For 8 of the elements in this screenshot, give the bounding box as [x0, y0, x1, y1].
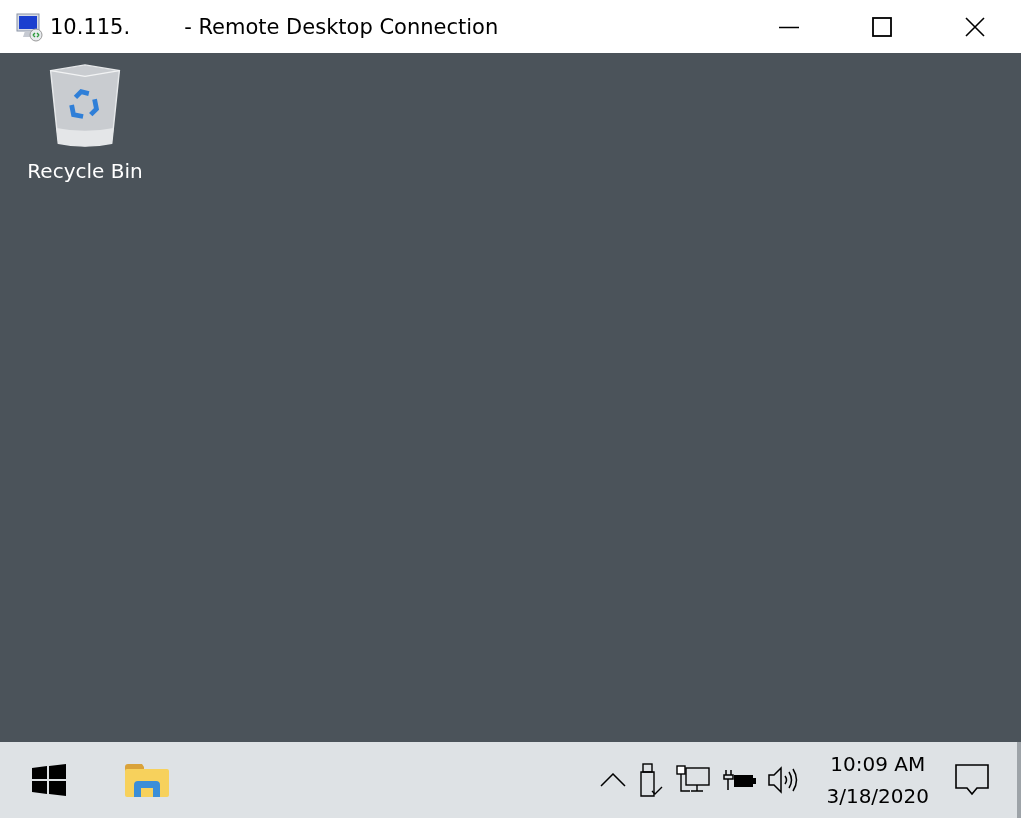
- window-title: 10.115.: [50, 14, 131, 39]
- close-icon[interactable]: [964, 16, 985, 37]
- icon-label: Recycle Bin: [27, 159, 143, 183]
- maximize-icon[interactable]: [871, 16, 892, 37]
- window-title: - Remote Desktop Connection: [184, 14, 499, 39]
- monitor-icon: [14, 11, 44, 42]
- windows-logo-icon[interactable]: [32, 764, 66, 796]
- clock[interactable]: 10:09 AM 3/18/2020: [816, 748, 939, 812]
